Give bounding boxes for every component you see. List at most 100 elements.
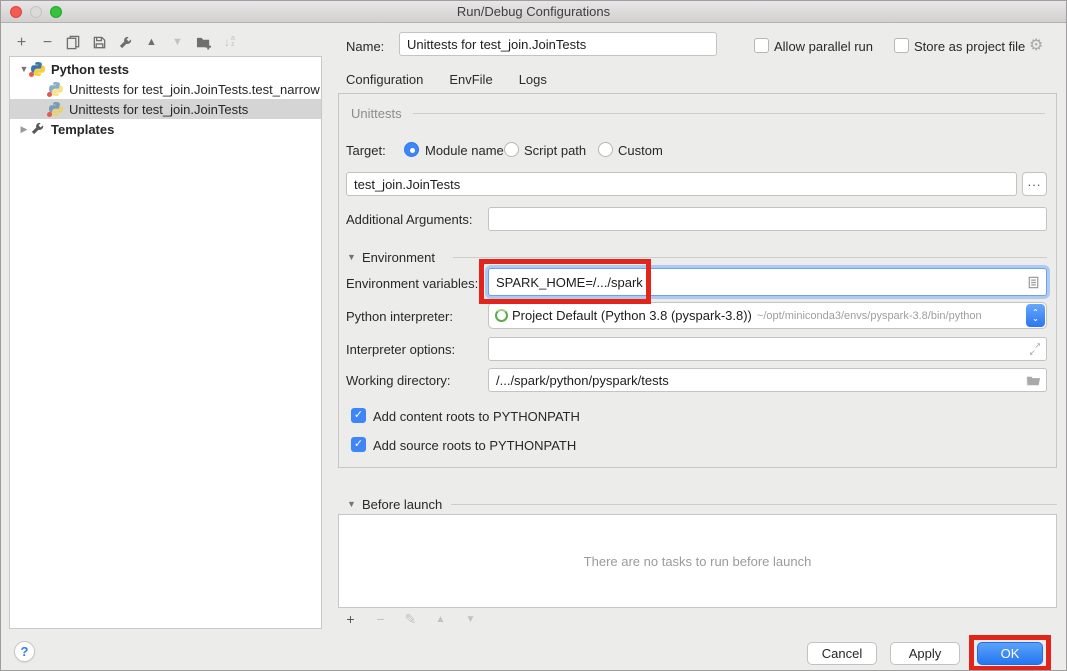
edit-task-button: ✎ — [402, 611, 419, 628]
target-module-radio[interactable] — [404, 142, 419, 157]
sort-configurations-button: ↓ a z — [221, 34, 238, 51]
additional-arguments-label: Additional Arguments: — [346, 212, 472, 227]
move-up-button[interactable]: ▲ — [143, 34, 160, 51]
interpreter-options-label: Interpreter options: — [346, 342, 455, 357]
apply-button[interactable]: Apply — [890, 642, 960, 665]
add-task-button[interactable]: + — [342, 611, 359, 628]
additional-arguments-field-wrap — [488, 207, 1047, 231]
python-interpreter-select[interactable]: Project Default (Python 3.8 (pyspark-3.8… — [488, 302, 1047, 329]
before-launch-toolbar: + − ✎ ▲ ▼ — [342, 611, 479, 628]
tree-item-label: Python tests — [51, 62, 129, 77]
python-interpreter-label: Python interpreter: — [346, 309, 453, 324]
copy-icon — [66, 35, 81, 50]
interpreter-options-input[interactable] — [489, 342, 1029, 357]
tree-item-unittests-test-narrow[interactable]: Unittests for test_join.JoinTests.test_n… — [10, 79, 321, 99]
name-input[interactable] — [400, 37, 716, 52]
tree-item-templates[interactable]: ▶ Templates — [10, 119, 321, 139]
before-launch-task-list: There are no tasks to run before launch — [338, 514, 1057, 608]
before-launch-label: Before launch — [362, 497, 442, 512]
name-field-wrap — [399, 32, 717, 56]
select-stepper[interactable]: ⌃ ⌄ — [1026, 304, 1045, 327]
before-launch-divider — [451, 504, 1057, 505]
new-folder-icon — [196, 35, 212, 50]
save-configuration-button[interactable] — [91, 34, 108, 51]
tab-envfile[interactable]: EnvFile — [441, 65, 500, 96]
test-marker-icon — [47, 112, 52, 117]
edit-templates-button[interactable] — [117, 34, 134, 51]
highlight-box-ok-button — [969, 635, 1051, 671]
add-configuration-button[interactable]: + — [13, 34, 30, 51]
templates-wrench-icon — [30, 121, 46, 137]
conda-env-icon — [495, 309, 508, 322]
store-as-project-file-label: Store as project file — [914, 39, 1025, 54]
remove-task-button: − — [372, 611, 389, 628]
sort-letter-z: z — [231, 42, 235, 48]
cancel-button[interactable]: Cancel — [807, 642, 877, 665]
python-tests-icon — [30, 61, 46, 77]
remove-configuration-button[interactable]: − — [39, 34, 56, 51]
ellipsis-icon: ... — [1028, 174, 1042, 189]
save-icon — [92, 35, 107, 50]
target-script-label: Script path — [524, 143, 586, 158]
store-as-project-file-checkbox[interactable] — [894, 38, 909, 53]
chevron-down-icon: ⌄ — [1032, 316, 1039, 322]
check-icon: ✓ — [354, 410, 363, 421]
target-script-radio[interactable] — [504, 142, 519, 157]
test-marker-icon — [29, 72, 34, 77]
help-icon: ? — [21, 644, 29, 659]
name-label: Name: — [346, 39, 384, 54]
tab-configuration[interactable]: Configuration — [338, 65, 431, 96]
browse-variables-icon[interactable] — [1026, 275, 1041, 290]
browse-module-button[interactable]: ... — [1022, 172, 1047, 196]
move-task-down-button: ▼ — [462, 611, 479, 628]
expand-field-icon[interactable]: ↗ ↙ — [1029, 343, 1041, 355]
add-content-roots-label: Add content roots to PYTHONPATH — [373, 409, 580, 424]
before-launch-disclosure-icon[interactable]: ▼ — [347, 499, 356, 509]
add-source-roots-label: Add source roots to PYTHONPATH — [373, 438, 576, 453]
tree-item-python-tests[interactable]: ▼ Python tests — [10, 59, 321, 79]
folder-icon[interactable] — [1026, 373, 1041, 388]
interpreter-path: ~/opt/miniconda3/envs/pyspark-3.8/bin/py… — [752, 310, 1025, 322]
new-folder-button[interactable] — [195, 34, 212, 51]
additional-arguments-input[interactable] — [489, 212, 1046, 227]
highlight-box-environment-variables — [479, 259, 651, 304]
unittests-group-label: Unittests — [351, 106, 402, 121]
disclosure-open-icon[interactable]: ▼ — [18, 64, 30, 74]
before-launch-empty-text: There are no tasks to run before launch — [584, 554, 812, 569]
run-debug-configurations-dialog: Run/Debug Configurations + − ▲ ▼ — [0, 0, 1067, 671]
copy-configuration-button[interactable] — [65, 34, 82, 51]
disclosure-closed-icon[interactable]: ▶ — [18, 124, 30, 135]
help-button[interactable]: ? — [14, 641, 35, 662]
group-divider — [413, 113, 1045, 114]
environment-disclosure-icon[interactable]: ▼ — [347, 252, 356, 262]
allow-parallel-run-checkbox[interactable] — [754, 38, 769, 53]
interpreter-options-field-wrap: ↗ ↙ — [488, 337, 1047, 361]
target-module-label: Module name — [425, 143, 504, 158]
tree-item-unittests-jointests[interactable]: Unittests for test_join.JoinTests — [10, 99, 321, 119]
tab-logs[interactable]: Logs — [511, 65, 555, 96]
wrench-icon — [118, 35, 133, 50]
working-directory-field-wrap — [488, 368, 1047, 392]
window-title: Run/Debug Configurations — [1, 4, 1066, 19]
add-source-roots-checkbox[interactable]: ✓ — [351, 437, 366, 452]
tree-item-label: Templates — [51, 122, 114, 137]
module-field-wrap — [346, 172, 1017, 196]
test-marker-icon — [47, 92, 52, 97]
configurations-tree: ▼ Python tests Unittests for test_join.J… — [9, 56, 322, 629]
environment-section-label: Environment — [362, 250, 435, 265]
allow-parallel-run-label: Allow parallel run — [774, 39, 873, 54]
working-directory-input[interactable] — [489, 373, 1026, 388]
tab-bar: Configuration EnvFile Logs — [338, 65, 555, 96]
sort-arrow-icon: ↓ — [224, 34, 230, 51]
environment-divider — [453, 257, 1047, 258]
gear-icon[interactable]: ⚙ — [1029, 35, 1043, 55]
move-down-button: ▼ — [169, 34, 186, 51]
python-test-icon — [48, 81, 64, 97]
target-custom-label: Custom — [618, 143, 663, 158]
tree-item-label: Unittests for test_join.JoinTests — [69, 102, 248, 117]
move-task-up-button: ▲ — [432, 611, 449, 628]
module-name-input[interactable] — [347, 177, 1016, 192]
target-custom-radio[interactable] — [598, 142, 613, 157]
add-content-roots-checkbox[interactable]: ✓ — [351, 408, 366, 423]
interpreter-value: Project Default (Python 3.8 (pyspark-3.8… — [508, 308, 752, 323]
